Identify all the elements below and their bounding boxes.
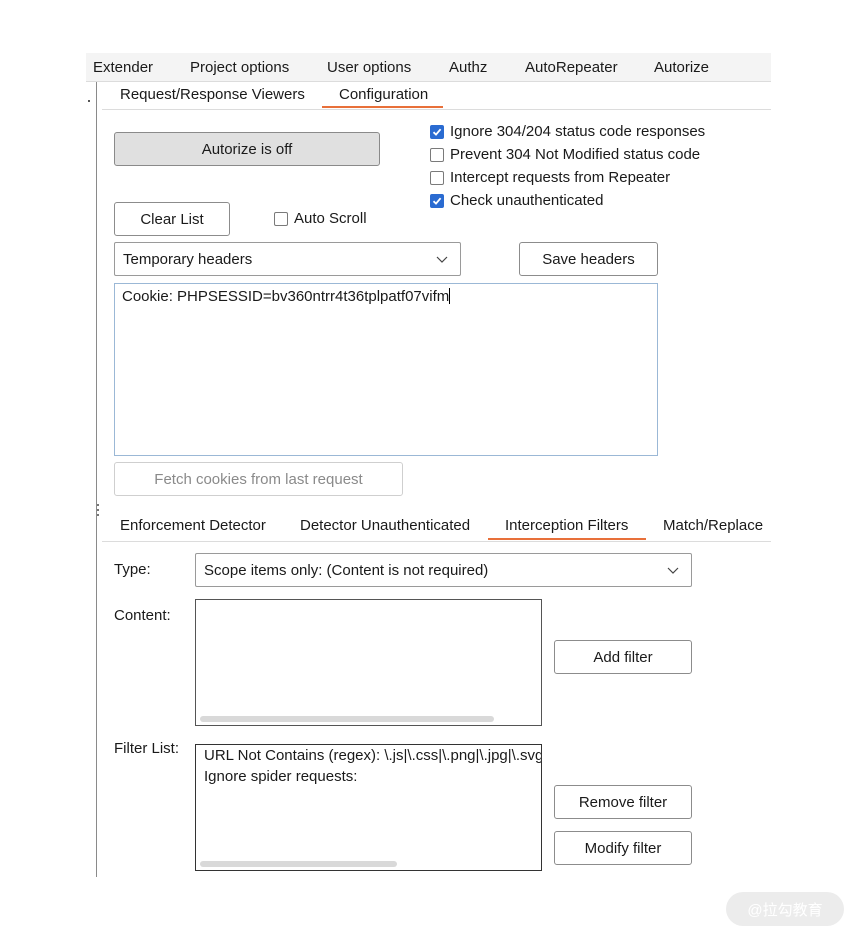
tab-detector-unauthenticated[interactable]: Detector Unauthenticated: [300, 517, 470, 534]
tab-interception-filters[interactable]: Interception Filters: [505, 517, 628, 534]
option-label: Check unauthenticated: [450, 192, 604, 209]
tab-extender[interactable]: Extender: [93, 59, 153, 76]
filter-list[interactable]: URL Not Contains (regex): \.js|\.css|\.p…: [195, 744, 542, 871]
clear-list-button[interactable]: Clear List: [114, 202, 230, 236]
tab-autorize[interactable]: Autorize: [654, 59, 709, 76]
checkbox-checked-icon[interactable]: [430, 193, 444, 208]
option-label: Ignore 304/204 status code responses: [450, 123, 706, 140]
horizontal-scrollbar[interactable]: [200, 861, 397, 867]
filters-tab-bar: Enforcement Detector Detector Unauthenti…: [102, 510, 771, 542]
chevron-down-icon: [436, 251, 448, 268]
watermark-badge: @拉勾教育: [726, 892, 844, 926]
filter-type-select[interactable]: Scope items only: (Content is not requir…: [195, 553, 692, 587]
autorize-toggle-button[interactable]: Autorize is off: [114, 132, 380, 166]
checkbox-checked-icon[interactable]: [430, 124, 444, 139]
type-label: Type:: [114, 561, 151, 578]
auto-scroll-label: Auto Scroll: [294, 210, 367, 227]
remove-filter-button[interactable]: Remove filter: [554, 785, 692, 819]
option-check-unauthenticated[interactable]: Check unauthenticated: [430, 192, 603, 209]
main-tab-bar: Extender Project options User options Au…: [86, 53, 771, 82]
tab-match-replace[interactable]: Match/Replace: [663, 517, 763, 534]
save-headers-button[interactable]: Save headers: [519, 242, 658, 276]
tab-user-options[interactable]: User options: [327, 59, 411, 76]
text-caret: [449, 288, 451, 304]
filter-type-value: Scope items only: (Content is not requir…: [204, 561, 489, 579]
modify-filter-button[interactable]: Modify filter: [554, 831, 692, 865]
active-subtab-indicator: [322, 106, 443, 108]
tab-project-options[interactable]: Project options: [190, 59, 289, 76]
option-label: Prevent 304 Not Modified status code: [450, 146, 701, 163]
split-pane-grip[interactable]: [97, 504, 100, 524]
tab-configuration[interactable]: Configuration: [339, 86, 428, 103]
chevron-down-icon: [667, 562, 679, 579]
content-label: Content:: [114, 607, 171, 624]
tab-request-response-viewers[interactable]: Request/Response Viewers: [120, 86, 305, 103]
filter-list-label: Filter List:: [114, 740, 180, 757]
add-filter-button[interactable]: Add filter: [554, 640, 692, 674]
collapse-marker: [88, 100, 90, 102]
fetch-cookies-button[interactable]: Fetch cookies from last request: [114, 462, 403, 496]
option-intercept-repeater[interactable]: Intercept requests from Repeater: [430, 169, 670, 186]
active-filters-tab-indicator: [488, 538, 646, 540]
option-prevent-304[interactable]: Prevent 304 Not Modified status code: [430, 146, 700, 163]
tab-authz[interactable]: Authz: [449, 59, 487, 76]
checkbox-icon[interactable]: [430, 170, 444, 185]
headers-select-value: Temporary headers: [123, 250, 253, 268]
auto-scroll-checkbox[interactable]: Auto Scroll: [274, 210, 367, 227]
option-label: Intercept requests from Repeater: [450, 169, 671, 186]
option-ignore-304-204[interactable]: Ignore 304/204 status code responses: [430, 123, 705, 140]
tab-enforcement-detector[interactable]: Enforcement Detector: [120, 517, 266, 534]
list-item[interactable]: Ignore spider requests:: [204, 768, 357, 785]
checkbox-icon[interactable]: [274, 211, 288, 226]
content-textarea[interactable]: [195, 599, 542, 726]
left-panel-border: [96, 82, 97, 877]
checkbox-icon[interactable]: [430, 147, 444, 162]
horizontal-scrollbar[interactable]: [200, 716, 494, 722]
headers-textarea[interactable]: Cookie: PHPSESSID=bv360ntrr4t36tplpatf07…: [114, 283, 658, 456]
headers-text: Cookie: PHPSESSID=bv360ntrr4t36tplpatf07…: [122, 288, 450, 305]
list-item[interactable]: URL Not Contains (regex): \.js|\.css|\.p…: [204, 747, 541, 764]
tab-autorepeater[interactable]: AutoRepeater: [525, 59, 618, 76]
autorize-subtab-bar: Request/Response Viewers Configuration: [102, 82, 771, 110]
headers-select[interactable]: Temporary headers: [114, 242, 461, 276]
